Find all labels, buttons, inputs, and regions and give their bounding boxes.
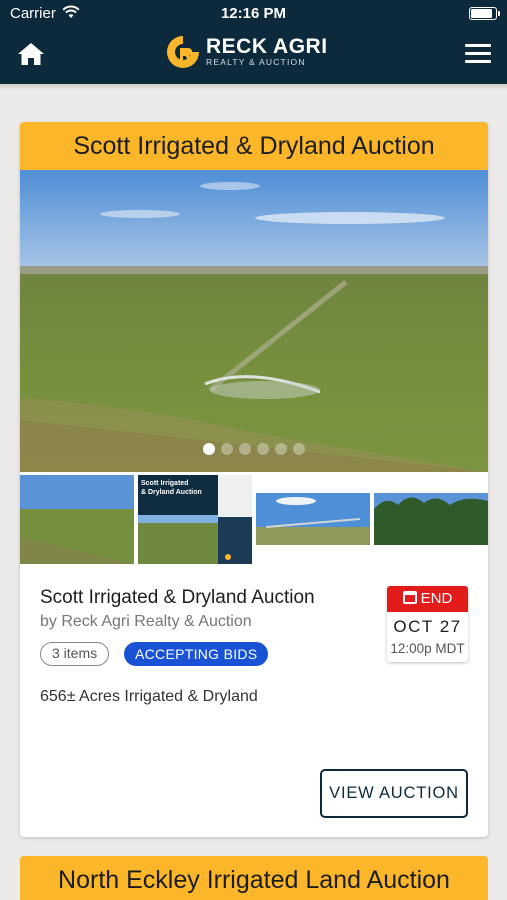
thumbnail-strip: Scott Irrigated & Dryland Auction	[20, 472, 488, 564]
view-auction-button[interactable]: VIEW AUCTION	[320, 769, 468, 818]
thumbnail-field-photo[interactable]	[20, 475, 134, 564]
logo-wordmark: RECK AGRI	[206, 35, 328, 58]
end-time: 12:00p MDT	[390, 641, 465, 656]
end-date: OCT 27	[393, 617, 462, 636]
thumbnail-auction-brochure[interactable]: Scott Irrigated & Dryland Auction	[138, 475, 252, 564]
carousel-dot[interactable]	[239, 443, 251, 455]
home-icon[interactable]	[16, 40, 46, 68]
app-top-bar: Carrier 12:16 PM RECK AGRI REALTY & AUCT…	[0, 0, 507, 84]
end-label-bar: END	[387, 586, 468, 612]
reck-agri-logo[interactable]: RECK AGRI REALTY & AUCTION	[164, 33, 349, 71]
auction-details: Scott Irrigated & Dryland Auction by Rec…	[20, 567, 488, 837]
carousel-dot[interactable]	[257, 443, 269, 455]
carousel-dot[interactable]	[275, 443, 287, 455]
end-date-box: END OCT 27 12:00p MDT	[387, 586, 468, 662]
logo-tagline: REALTY & AUCTION	[206, 57, 306, 67]
carousel-dot[interactable]	[203, 443, 215, 455]
end-label: END	[420, 590, 453, 607]
auction-description: 656± Acres Irrigated & Dryland	[40, 688, 258, 705]
status-bar: Carrier 12:16 PM	[0, 0, 507, 28]
carousel-dot[interactable]	[293, 443, 305, 455]
thumbnail-pivot-photo[interactable]	[256, 475, 370, 564]
status-time: 12:16 PM	[220, 5, 287, 22]
auction-card: Scott Irrigated & Dryland Auction Scott …	[20, 122, 488, 837]
hero-photo-carousel[interactable]	[20, 170, 488, 472]
items-count-badge: 3 items	[40, 642, 110, 666]
thumbnail-tree-line-photo[interactable]	[374, 475, 488, 564]
status-badge: ACCEPTING BIDS	[124, 642, 269, 666]
calendar-icon	[402, 591, 417, 604]
next-auction-card-header[interactable]: North Eckley Irrigated Land Auction	[20, 856, 488, 900]
battery-level	[471, 9, 492, 18]
carousel-dot[interactable]	[221, 443, 233, 455]
auction-title[interactable]: Scott Irrigated & Dryland Auction	[40, 587, 315, 609]
auction-card-header[interactable]: Scott Irrigated & Dryland Auction	[20, 122, 488, 170]
hero-field-photo	[20, 170, 488, 472]
battery-icon	[469, 7, 500, 20]
auction-byline: by Reck Agri Realty & Auction	[40, 613, 252, 630]
brochure-title: Scott Irrigated & Dryland Auction	[141, 480, 202, 496]
hamburger-menu-icon[interactable]	[465, 44, 491, 66]
logo-mark-icon	[167, 36, 199, 68]
carousel-dots	[20, 442, 488, 460]
